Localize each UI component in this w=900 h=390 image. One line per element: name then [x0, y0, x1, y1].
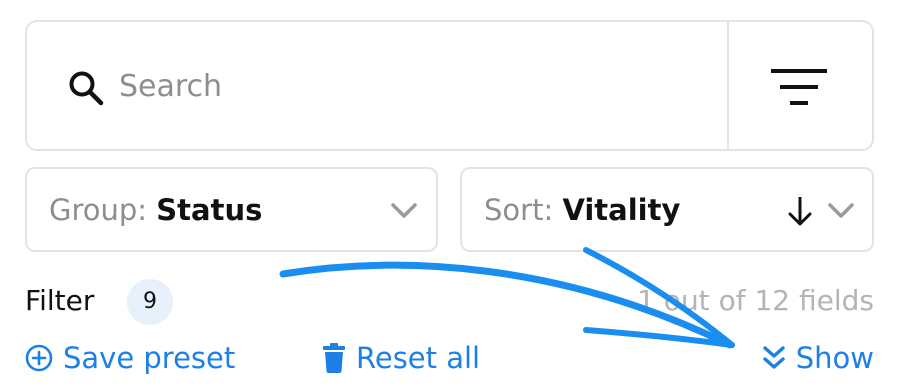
double-chevron-down-icon — [763, 346, 785, 369]
chevron-down-icon — [828, 203, 854, 218]
reset-all-label: Reset all — [356, 341, 481, 375]
group-select[interactable]: Group: Status — [25, 167, 438, 252]
group-select-text: Group: Status — [49, 193, 262, 227]
filter-toggle-button[interactable] — [729, 22, 874, 149]
plus-circle-icon — [25, 344, 53, 372]
arrow-down-icon[interactable] — [788, 195, 812, 227]
reset-all-button[interactable]: Reset all — [322, 337, 480, 379]
sort-select-prefix: Sort: — [484, 193, 554, 227]
search-box[interactable] — [25, 20, 874, 151]
show-button[interactable]: Show — [762, 337, 874, 379]
filter-label: Filter — [25, 284, 95, 317]
sort-select-text: Sort: Vitality — [484, 193, 680, 227]
search-input[interactable] — [119, 64, 679, 108]
save-preset-button[interactable]: Save preset — [25, 337, 235, 379]
group-select-value: Status — [156, 193, 263, 227]
filter-count-badge: 9 — [127, 279, 173, 325]
search-icon — [69, 71, 104, 106]
chevron-down-icon — [391, 203, 417, 218]
fields-count-text: 1 out of 12 fields — [637, 284, 874, 317]
group-select-prefix: Group: — [49, 193, 148, 227]
filter-lines-icon — [771, 69, 827, 105]
trash-icon — [323, 343, 345, 373]
save-preset-label: Save preset — [63, 341, 236, 375]
show-label: Show — [795, 341, 874, 375]
sort-select-value: Vitality — [562, 193, 681, 227]
sort-select[interactable]: Sort: Vitality — [460, 167, 874, 252]
